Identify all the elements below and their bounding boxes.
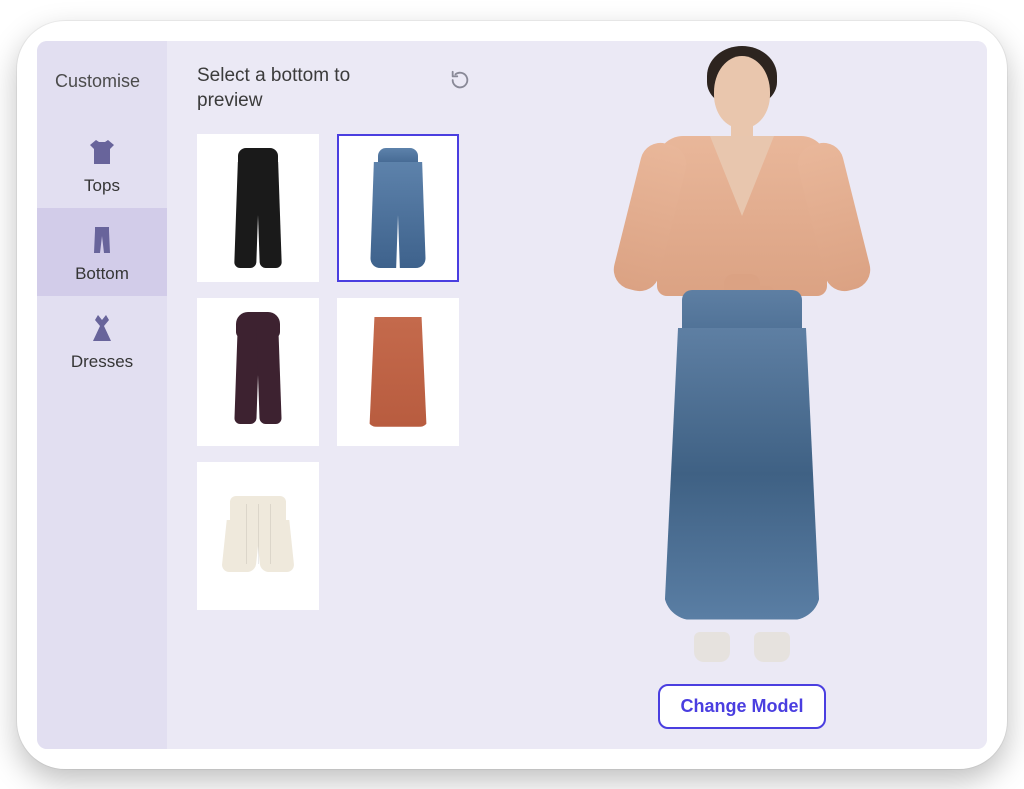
sidebar-item-bottom[interactable]: Bottom xyxy=(37,208,167,296)
sidebar-item-label: Dresses xyxy=(71,352,133,372)
change-model-button[interactable]: Change Model xyxy=(658,684,825,729)
item-black-trousers[interactable] xyxy=(197,134,319,282)
item-plum-trousers[interactable] xyxy=(197,298,319,446)
sidebar-item-label: Tops xyxy=(84,176,120,196)
selection-panel: Select a bottom to preview xyxy=(167,41,497,749)
item-beige-shorts[interactable] xyxy=(197,462,319,610)
thumbnail-plum-trousers xyxy=(228,312,288,432)
sidebar: Customise Tops Bottom Dresses xyxy=(37,41,167,749)
thumbnail-black-trousers xyxy=(228,148,288,268)
sidebar-item-dresses[interactable]: Dresses xyxy=(37,296,167,384)
selection-title: Select a bottom to preview xyxy=(197,63,377,114)
bottom-icon xyxy=(84,222,120,258)
reset-button[interactable] xyxy=(443,63,477,100)
sidebar-item-tops[interactable]: Tops xyxy=(37,120,167,208)
reset-icon xyxy=(449,69,471,91)
sidebar-item-label: Bottom xyxy=(75,264,129,284)
item-rust-skirt[interactable] xyxy=(337,298,459,446)
selection-header: Select a bottom to preview xyxy=(197,63,477,114)
model-bottom xyxy=(662,290,822,620)
thumbnail-rust-skirt xyxy=(367,317,429,427)
model-figure xyxy=(612,46,872,666)
tablet-frame: Customise Tops Bottom Dresses xyxy=(17,21,1007,769)
preview-panel: Change Model xyxy=(497,41,987,749)
item-grid xyxy=(197,134,477,610)
sidebar-title: Customise xyxy=(37,59,167,120)
thumbnail-beige-shorts xyxy=(218,496,298,576)
model-stage xyxy=(497,46,987,684)
thumbnail-blue-jeans xyxy=(368,148,428,268)
tops-icon xyxy=(84,134,120,170)
app-screen: Customise Tops Bottom Dresses xyxy=(37,41,987,749)
dresses-icon xyxy=(84,310,120,346)
item-blue-jeans[interactable] xyxy=(337,134,459,282)
